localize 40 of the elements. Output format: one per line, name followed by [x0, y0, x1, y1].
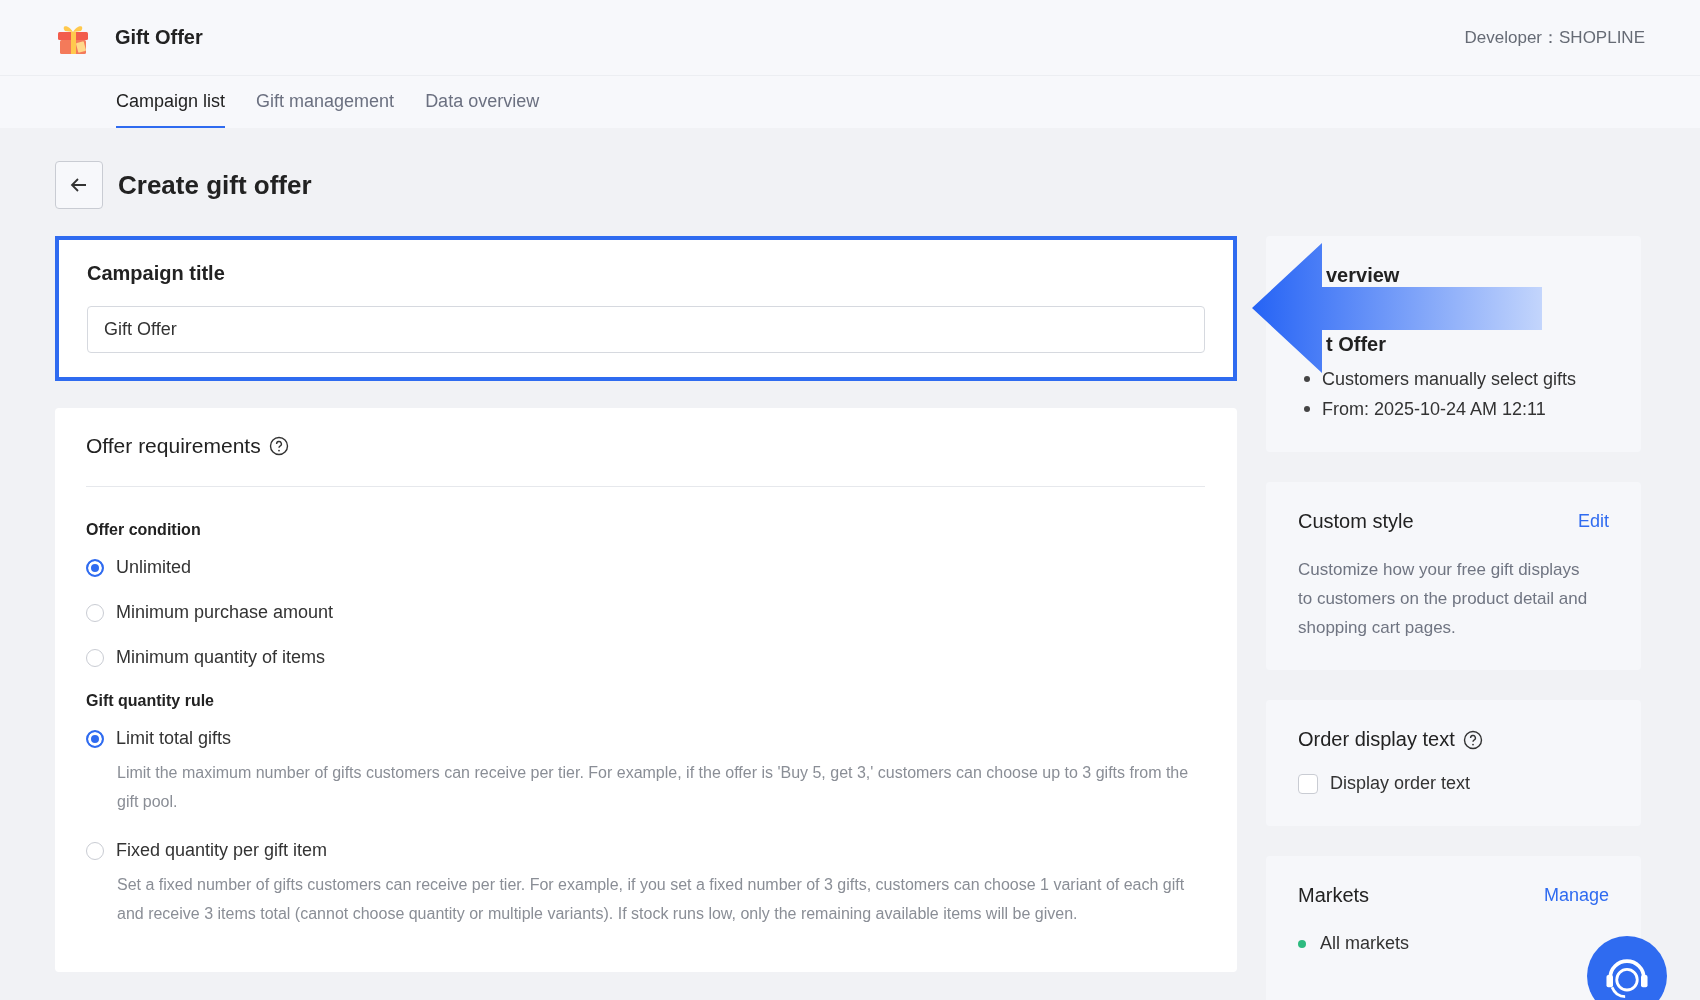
card-title: verview	[1326, 264, 1401, 287]
card-title: Markets	[1298, 884, 1370, 907]
help-icon[interactable]	[268, 436, 289, 456]
tab[interactable]: Campaign list	[116, 76, 226, 128]
checkbox-label[interactable]: Display order text	[1330, 773, 1471, 794]
section-label: Gift quantity rule	[86, 692, 215, 710]
page-title: Create gift offer	[118, 169, 312, 201]
option-label[interactable]: Minimum purchase amount	[116, 602, 334, 623]
radio-button[interactable]	[86, 648, 104, 667]
option-description: Limit the maximum number of gifts customers can receive per tier. For example, if the offer is 'Buy 5, get 3,' customers can choose up to 3 gifts from the gift pool.	[117, 763, 1190, 812]
option-label[interactable]: Fixed quantity per gift item	[116, 840, 328, 861]
title-input[interactable]: Gift Offer	[87, 306, 1205, 353]
option-label[interactable]: Unlimited	[116, 557, 192, 578]
option-label[interactable]: Limit total gifts	[116, 728, 232, 749]
summary-item: From: 2025-10-24 AM 12:11	[1322, 398, 1546, 421]
option-description: Set a fixed number of gifts customers can receive per tier. For example, if you set a fixed number of 3 gifts, customers can choose 1 variant of each gift and receive 3 items total (cannot choose quantity or multiple variants). If stock runs low, only the remaining available items will be given.	[117, 875, 1186, 924]
tab[interactable]: Data overview	[425, 76, 540, 128]
radio-button[interactable]	[86, 841, 104, 860]
radio-button[interactable]	[86, 603, 104, 622]
option-label[interactable]: Minimum quantity of items	[116, 647, 326, 668]
offer-name: t Offer	[1326, 333, 1387, 356]
radio-button[interactable]	[86, 558, 104, 577]
checkbox[interactable]	[1298, 773, 1318, 794]
card-title: Campaign title	[87, 262, 226, 285]
developer-label: Developer：SHOPLINE	[1464, 27, 1645, 49]
card-title: Offer requirements	[86, 434, 261, 458]
card-title: Custom style	[1298, 510, 1414, 533]
help-icon[interactable]	[1462, 729, 1483, 750]
edit-link[interactable]: Edit	[1577, 511, 1609, 532]
tab[interactable]: Gift management	[256, 76, 395, 128]
manage-link[interactable]: Manage	[1543, 885, 1609, 906]
market-label: All markets	[1320, 933, 1409, 954]
radio-button[interactable]	[86, 729, 104, 748]
card-title: Order display text	[1298, 728, 1455, 751]
back-button[interactable]	[55, 161, 103, 209]
support-button[interactable]	[1587, 936, 1667, 1000]
app-title: Gift Offer	[115, 26, 203, 49]
card-description: Customize how your free gift displays to customers on the product detail and shopping cart pages.	[1298, 559, 1588, 639]
summary-item: Customers manually select gifts	[1322, 368, 1577, 391]
section-label: Offer condition	[86, 521, 202, 539]
